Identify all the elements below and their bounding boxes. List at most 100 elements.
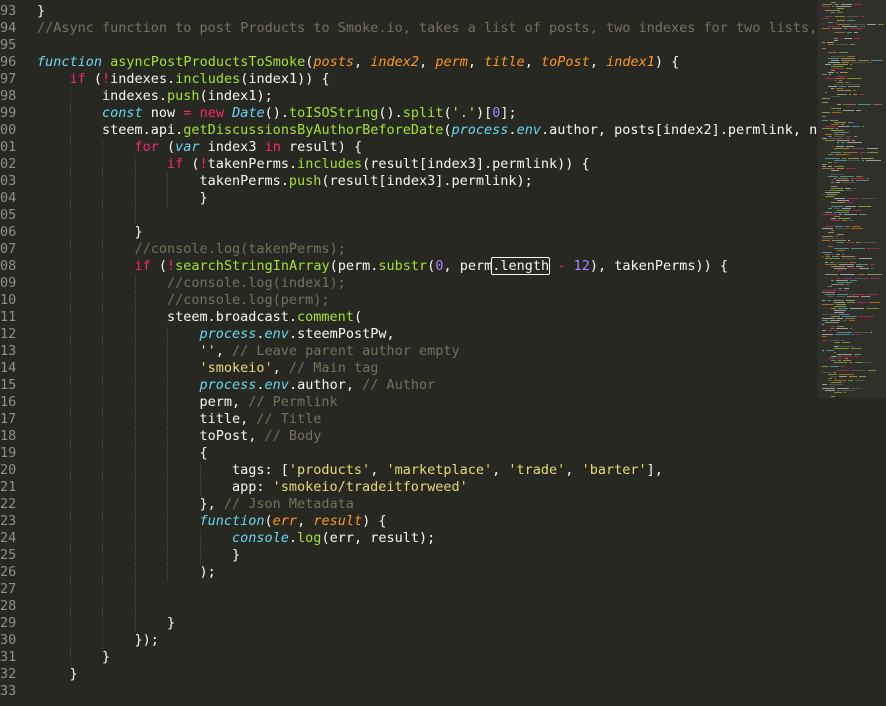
code-line[interactable]: 15 process.env.author, // Author: [0, 377, 818, 394]
minimap-line: [832, 28, 842, 29]
code-line[interactable]: 17 title, // Title: [0, 411, 818, 428]
code-line[interactable]: 97 if (!indexes.includes(index1)) {: [0, 71, 818, 88]
minimap-line: [851, 228, 863, 229]
code-text: takenPerms.push(result[index3].permlink)…: [200, 173, 533, 190]
code-line[interactable]: 22}, // Json Metadata: [0, 496, 818, 513]
minimap-line: [828, 286, 832, 287]
minimap-line: [822, 4, 832, 5]
code-line[interactable]: 24 console.log(err, result);: [0, 530, 818, 547]
minimap-line: [846, 284, 849, 285]
code-line[interactable]: 95: [0, 37, 818, 54]
minimap-line: [851, 62, 866, 63]
minimap-line: [837, 90, 851, 91]
code-line[interactable]: 94 //Async function to post Products to S…: [0, 20, 818, 37]
minimap-line: [870, 278, 880, 279]
code-token: new: [199, 105, 224, 121]
code-line[interactable]: 14 'smokeio', // Main tag: [0, 360, 818, 377]
indent-guide: [102, 513, 103, 530]
code-line[interactable]: 11 steem.broadcast.comment(: [0, 309, 818, 326]
code-line[interactable]: 98 indexes.push(index1);: [0, 88, 818, 105]
indent-guide: [69, 564, 71, 581]
code-token: '.': [451, 105, 476, 121]
code-line[interactable]: 96 function asyncPostProductsToSmoke(post…: [0, 54, 818, 71]
minimap-line: [825, 226, 833, 227]
minimap-line: [837, 142, 839, 143]
code-line[interactable]: 19 {: [0, 445, 818, 462]
code-line[interactable]: 10 //console.log(perm);: [0, 292, 818, 309]
code-line[interactable]: 21 app: 'smokeio/tradeitforweed': [0, 479, 818, 496]
indent-guide: [69, 598, 71, 615]
code-line[interactable]: 31}: [0, 649, 818, 666]
code-token: // Author: [362, 377, 436, 393]
code-line[interactable]: 03 takenPerms.push(result[index3].permlin…: [0, 173, 818, 190]
code-line[interactable]: 01 for (var index3 in result) {: [0, 139, 818, 156]
minimap-line: [834, 80, 837, 81]
code-line[interactable]: 33: [0, 683, 818, 700]
code-text: '', // Leave parent author empty: [200, 343, 460, 360]
code-line[interactable]: 29}: [0, 615, 818, 632]
minimap-line: [828, 374, 837, 375]
code-line[interactable]: 12 process.env.steemPostPw,: [0, 326, 818, 343]
code-line[interactable]: 18 toPost, // Body: [0, 428, 818, 445]
code-token: //Async function to post Products to Smo…: [37, 20, 818, 36]
minimap-line: [841, 366, 844, 367]
code-line[interactable]: 30});: [0, 632, 818, 649]
minimap[interactable]: [818, 0, 886, 706]
indent-guide: [69, 581, 71, 598]
code-line[interactable]: 16 perm, // Permlink: [0, 394, 818, 411]
code-line[interactable]: 27: [0, 581, 818, 598]
code-editor[interactable]: 93} 94//Async function to post Products t…: [0, 0, 818, 706]
code-line[interactable]: 93}: [0, 3, 818, 20]
minimap-line: [834, 208, 840, 209]
code-text: //console.log(index1);: [167, 275, 346, 292]
minimap-line: [828, 22, 833, 23]
code-token: index2: [370, 54, 420, 70]
code-token: now: [142, 105, 184, 121]
line-number: 00: [0, 122, 17, 138]
code-token: index3: [199, 139, 265, 155]
minimap-line: [831, 376, 837, 377]
code-line[interactable]: 23 function(err, result) {: [0, 513, 818, 530]
indent-guide: [134, 275, 136, 292]
minimap-line: [834, 212, 849, 213]
minimap-line: [847, 142, 862, 143]
code-text: }: [135, 224, 143, 241]
line-number: 06: [0, 224, 17, 240]
code-line[interactable]: 25}: [0, 547, 818, 564]
code-line[interactable]: 08 if (!searchStringInArray(perm.substr(0…: [0, 257, 818, 275]
code-line[interactable]: 32}: [0, 666, 818, 683]
code-line[interactable]: 02 if (!takenPerms.includes(result[index3…: [0, 156, 818, 173]
indent-guide: [69, 224, 71, 241]
indent-guide: [102, 241, 103, 258]
code-line[interactable]: 06}: [0, 224, 818, 241]
indent-guide: [199, 462, 201, 479]
minimap-line: [850, 178, 865, 179]
line-number: 03: [0, 173, 17, 189]
code-line[interactable]: 05: [0, 207, 818, 224]
minimap-line: [839, 376, 847, 377]
code-line[interactable]: 20 tags: ['products', 'marketplace', 'tra…: [0, 462, 818, 479]
minimap-line: [873, 104, 882, 105]
code-text: if (!indexes.includes(index1)) {: [70, 71, 330, 88]
code-line[interactable]: 04}: [0, 190, 818, 207]
minimap-line: [822, 228, 833, 229]
code-token: }: [134, 224, 143, 240]
code-line[interactable]: 28: [0, 598, 818, 615]
line-number: 98: [0, 88, 17, 104]
minimap-line: [837, 20, 845, 21]
code-line[interactable]: 09 //console.log(index1);: [0, 275, 818, 292]
code-line[interactable]: 26);: [0, 564, 818, 581]
code-line[interactable]: 99 const now = new Date().toISOString().s…: [0, 105, 818, 122]
code-line[interactable]: 00 steem.api.getDiscussionsByAuthorBefore…: [0, 122, 818, 139]
minimap-line: [846, 136, 852, 137]
minimap-line: [831, 316, 840, 317]
code-text: }: [37, 3, 45, 20]
minimap-line: [843, 152, 858, 153]
code-line[interactable]: 13 '', // Leave parent author empty: [0, 343, 818, 360]
minimap-line: [835, 334, 850, 335]
code-token: ,: [492, 462, 509, 478]
minimap-line: [825, 322, 839, 323]
code-line[interactable]: 07 //console.log(takenPerms);: [0, 241, 818, 258]
minimap-line: [828, 380, 832, 381]
minimap-line: [826, 256, 830, 257]
